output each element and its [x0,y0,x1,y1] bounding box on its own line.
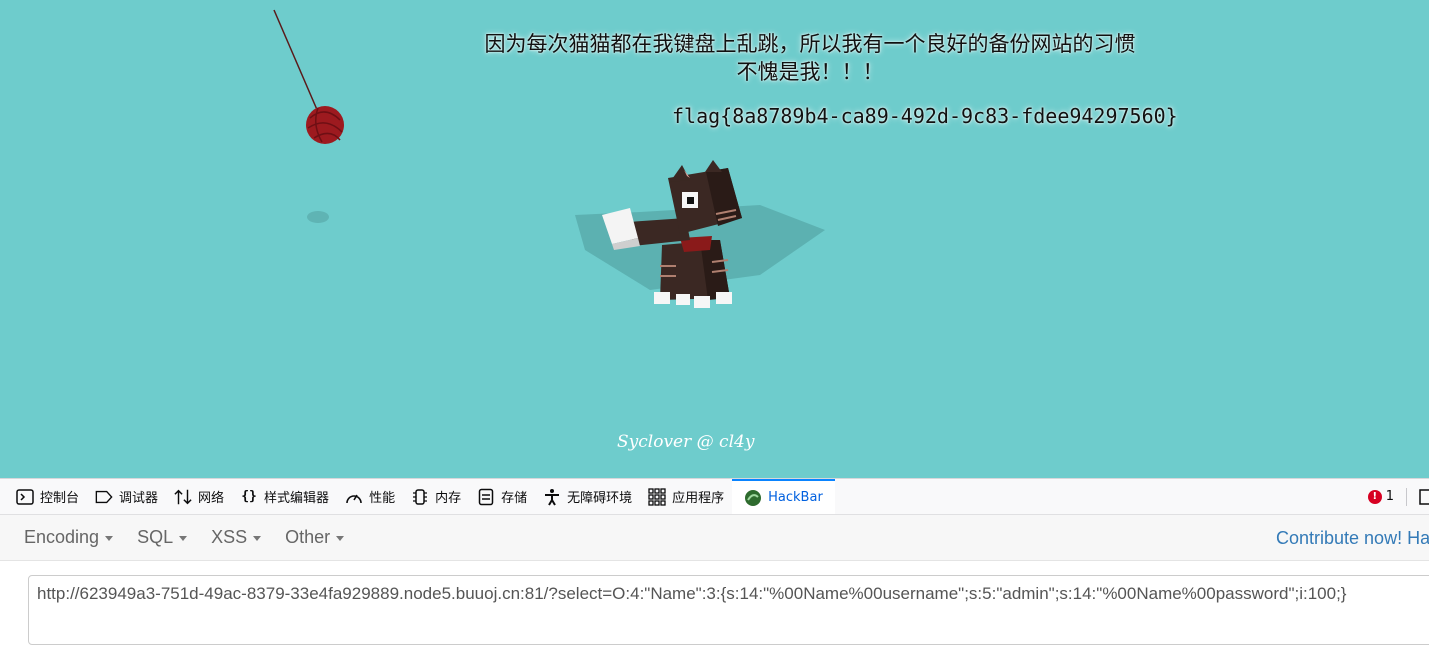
tab-performance[interactable]: 性能 [337,479,403,514]
performance-icon [345,488,363,506]
devtools-toolbar: 控制台 调试器 网络 {} 样式编辑器 性能 内存 存储 无障碍环境 应用程序 … [0,478,1429,515]
contribute-link[interactable]: Contribute now! Hac [1276,515,1429,561]
yarn-string [273,9,319,113]
page-viewport: 因为每次猫猫都在我键盘上乱跳，所以我有一个良好的备份网站的习惯 不愧是我！！！ … [0,0,1429,478]
sql-menu[interactable]: SQL [125,527,199,548]
tab-label: 无障碍环境 [567,491,633,506]
hackbar-body: http://623949a3-751d-49ac-8379-33e4fa929… [0,561,1429,645]
tab-storage[interactable]: 存储 [469,479,535,514]
tab-label: 调试器 [119,491,159,506]
error-count: 1 [1385,489,1394,504]
url-input[interactable]: http://623949a3-751d-49ac-8379-33e4fa929… [28,575,1429,645]
headline-line-1: 因为每次猫猫都在我键盘上乱跳，所以我有一个良好的备份网站的习惯 [484,32,1136,56]
tab-accessibility[interactable]: 无障碍环境 [535,479,640,514]
tab-label: 样式编辑器 [264,491,330,506]
tab-memory[interactable]: 内存 [403,479,469,514]
toolbar-divider [1406,487,1407,506]
error-count-badge[interactable]: ! 1 [1367,489,1394,504]
other-menu[interactable]: Other [273,527,356,548]
tab-label: 控制台 [40,491,80,506]
toolbar-right: ! 1 [1367,479,1429,514]
accessibility-icon [543,488,561,506]
xss-menu[interactable]: XSS [199,527,273,548]
yarn-shadow [307,211,329,223]
hackbar-icon [744,489,762,507]
signature: Syclover @ cl4y [617,432,755,452]
tab-label: 内存 [435,491,462,506]
debugger-icon [95,488,113,506]
console-icon [16,488,34,506]
menu-label: SQL [137,527,174,547]
tab-debugger[interactable]: 调试器 [87,479,166,514]
encoding-menu[interactable]: Encoding [0,527,125,548]
dock-options-icon[interactable] [1419,488,1429,506]
tab-hackbar[interactable]: HackBar [732,479,835,514]
tab-console[interactable]: 控制台 [0,479,87,514]
error-icon: ! [1367,489,1382,504]
caret-down-icon [105,536,114,541]
menu-label: XSS [211,527,248,547]
application-icon [648,487,666,506]
network-icon [174,488,192,506]
headline-line-2: 不愧是我！！！ [736,60,884,84]
tab-network[interactable]: 网络 [166,479,232,514]
tab-style-editor[interactable]: {} 样式编辑器 [232,479,337,514]
tab-label: 应用程序 [672,491,725,506]
tab-label: 网络 [198,491,225,506]
tab-label: 存储 [501,491,528,506]
flag-text: flag{8a8789b4-ca89-492d-9c83-fdee9429756… [672,104,1178,128]
menu-label: Other [285,527,331,547]
tab-label: HackBar [768,490,823,505]
memory-icon [411,488,429,506]
menu-label: Encoding [24,527,100,547]
caret-down-icon [336,536,345,541]
hackbar-menu: Encoding SQL XSS Other Contribute now! H… [0,515,1429,561]
storage-icon [477,488,495,506]
tab-label: 性能 [369,491,396,506]
caret-down-icon [253,536,262,541]
tab-application[interactable]: 应用程序 [640,479,732,514]
caret-down-icon [179,536,188,541]
style-editor-icon: {} [241,489,257,504]
yarn-ball [306,106,344,144]
headline: 因为每次猫猫都在我键盘上乱跳，所以我有一个良好的备份网站的习惯 不愧是我！！！ [400,30,1220,86]
